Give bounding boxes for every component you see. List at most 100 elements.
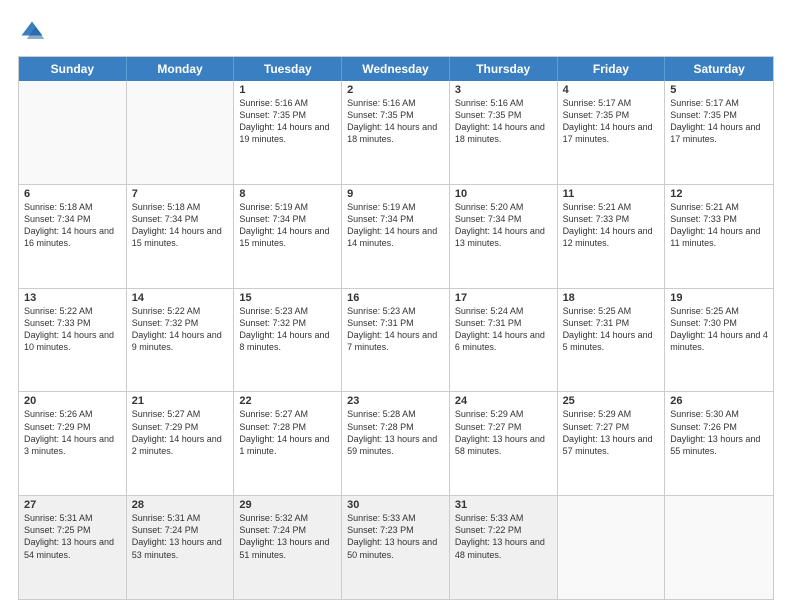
day-number: 17 [455, 292, 552, 304]
day-info: Sunrise: 5:28 AM Sunset: 7:28 PM Dayligh… [347, 408, 444, 457]
header-day-monday: Monday [127, 57, 235, 81]
day-number: 8 [239, 188, 336, 200]
day-cell-26: 26Sunrise: 5:30 AM Sunset: 7:26 PM Dayli… [665, 392, 773, 495]
day-info: Sunrise: 5:33 AM Sunset: 7:23 PM Dayligh… [347, 512, 444, 561]
header-day-thursday: Thursday [450, 57, 558, 81]
empty-cell [127, 81, 235, 184]
day-cell-3: 3Sunrise: 5:16 AM Sunset: 7:35 PM Daylig… [450, 81, 558, 184]
day-cell-24: 24Sunrise: 5:29 AM Sunset: 7:27 PM Dayli… [450, 392, 558, 495]
day-info: Sunrise: 5:18 AM Sunset: 7:34 PM Dayligh… [132, 201, 229, 250]
day-number: 13 [24, 292, 121, 304]
day-number: 10 [455, 188, 552, 200]
day-cell-16: 16Sunrise: 5:23 AM Sunset: 7:31 PM Dayli… [342, 289, 450, 392]
day-cell-15: 15Sunrise: 5:23 AM Sunset: 7:32 PM Dayli… [234, 289, 342, 392]
day-info: Sunrise: 5:23 AM Sunset: 7:32 PM Dayligh… [239, 305, 336, 354]
day-number: 24 [455, 395, 552, 407]
day-number: 23 [347, 395, 444, 407]
header-day-tuesday: Tuesday [234, 57, 342, 81]
calendar-week-1: 1Sunrise: 5:16 AM Sunset: 7:35 PM Daylig… [19, 81, 773, 185]
day-cell-7: 7Sunrise: 5:18 AM Sunset: 7:34 PM Daylig… [127, 185, 235, 288]
day-number: 25 [563, 395, 660, 407]
day-number: 26 [670, 395, 768, 407]
day-cell-30: 30Sunrise: 5:33 AM Sunset: 7:23 PM Dayli… [342, 496, 450, 599]
day-number: 21 [132, 395, 229, 407]
day-info: Sunrise: 5:27 AM Sunset: 7:29 PM Dayligh… [132, 408, 229, 457]
day-number: 18 [563, 292, 660, 304]
day-info: Sunrise: 5:29 AM Sunset: 7:27 PM Dayligh… [563, 408, 660, 457]
day-number: 27 [24, 499, 121, 511]
day-cell-23: 23Sunrise: 5:28 AM Sunset: 7:28 PM Dayli… [342, 392, 450, 495]
day-cell-1: 1Sunrise: 5:16 AM Sunset: 7:35 PM Daylig… [234, 81, 342, 184]
day-number: 22 [239, 395, 336, 407]
day-number: 1 [239, 84, 336, 96]
day-cell-11: 11Sunrise: 5:21 AM Sunset: 7:33 PM Dayli… [558, 185, 666, 288]
day-info: Sunrise: 5:25 AM Sunset: 7:30 PM Dayligh… [670, 305, 768, 354]
day-cell-22: 22Sunrise: 5:27 AM Sunset: 7:28 PM Dayli… [234, 392, 342, 495]
logo-icon [18, 18, 46, 46]
day-number: 14 [132, 292, 229, 304]
calendar-week-2: 6Sunrise: 5:18 AM Sunset: 7:34 PM Daylig… [19, 185, 773, 289]
day-info: Sunrise: 5:17 AM Sunset: 7:35 PM Dayligh… [563, 97, 660, 146]
day-cell-5: 5Sunrise: 5:17 AM Sunset: 7:35 PM Daylig… [665, 81, 773, 184]
empty-cell [19, 81, 127, 184]
day-info: Sunrise: 5:31 AM Sunset: 7:24 PM Dayligh… [132, 512, 229, 561]
day-info: Sunrise: 5:22 AM Sunset: 7:32 PM Dayligh… [132, 305, 229, 354]
day-cell-8: 8Sunrise: 5:19 AM Sunset: 7:34 PM Daylig… [234, 185, 342, 288]
day-info: Sunrise: 5:30 AM Sunset: 7:26 PM Dayligh… [670, 408, 768, 457]
day-cell-28: 28Sunrise: 5:31 AM Sunset: 7:24 PM Dayli… [127, 496, 235, 599]
day-info: Sunrise: 5:32 AM Sunset: 7:24 PM Dayligh… [239, 512, 336, 561]
calendar-week-5: 27Sunrise: 5:31 AM Sunset: 7:25 PM Dayli… [19, 496, 773, 599]
calendar-week-4: 20Sunrise: 5:26 AM Sunset: 7:29 PM Dayli… [19, 392, 773, 496]
header-day-friday: Friday [558, 57, 666, 81]
day-cell-12: 12Sunrise: 5:21 AM Sunset: 7:33 PM Dayli… [665, 185, 773, 288]
header-day-saturday: Saturday [665, 57, 773, 81]
calendar-body: 1Sunrise: 5:16 AM Sunset: 7:35 PM Daylig… [19, 81, 773, 599]
day-info: Sunrise: 5:21 AM Sunset: 7:33 PM Dayligh… [670, 201, 768, 250]
day-info: Sunrise: 5:16 AM Sunset: 7:35 PM Dayligh… [347, 97, 444, 146]
day-info: Sunrise: 5:27 AM Sunset: 7:28 PM Dayligh… [239, 408, 336, 457]
day-cell-19: 19Sunrise: 5:25 AM Sunset: 7:30 PM Dayli… [665, 289, 773, 392]
day-info: Sunrise: 5:31 AM Sunset: 7:25 PM Dayligh… [24, 512, 121, 561]
day-number: 6 [24, 188, 121, 200]
empty-cell [558, 496, 666, 599]
day-cell-25: 25Sunrise: 5:29 AM Sunset: 7:27 PM Dayli… [558, 392, 666, 495]
day-cell-9: 9Sunrise: 5:19 AM Sunset: 7:34 PM Daylig… [342, 185, 450, 288]
calendar-header: SundayMondayTuesdayWednesdayThursdayFrid… [19, 57, 773, 81]
calendar: SundayMondayTuesdayWednesdayThursdayFrid… [18, 56, 774, 600]
day-number: 7 [132, 188, 229, 200]
day-cell-6: 6Sunrise: 5:18 AM Sunset: 7:34 PM Daylig… [19, 185, 127, 288]
day-number: 30 [347, 499, 444, 511]
day-number: 11 [563, 188, 660, 200]
day-number: 15 [239, 292, 336, 304]
day-info: Sunrise: 5:29 AM Sunset: 7:27 PM Dayligh… [455, 408, 552, 457]
header-day-sunday: Sunday [19, 57, 127, 81]
day-cell-4: 4Sunrise: 5:17 AM Sunset: 7:35 PM Daylig… [558, 81, 666, 184]
day-info: Sunrise: 5:20 AM Sunset: 7:34 PM Dayligh… [455, 201, 552, 250]
day-info: Sunrise: 5:25 AM Sunset: 7:31 PM Dayligh… [563, 305, 660, 354]
header [18, 18, 774, 46]
day-info: Sunrise: 5:16 AM Sunset: 7:35 PM Dayligh… [239, 97, 336, 146]
day-cell-31: 31Sunrise: 5:33 AM Sunset: 7:22 PM Dayli… [450, 496, 558, 599]
header-day-wednesday: Wednesday [342, 57, 450, 81]
day-cell-20: 20Sunrise: 5:26 AM Sunset: 7:29 PM Dayli… [19, 392, 127, 495]
day-number: 12 [670, 188, 768, 200]
day-cell-2: 2Sunrise: 5:16 AM Sunset: 7:35 PM Daylig… [342, 81, 450, 184]
day-info: Sunrise: 5:26 AM Sunset: 7:29 PM Dayligh… [24, 408, 121, 457]
day-info: Sunrise: 5:22 AM Sunset: 7:33 PM Dayligh… [24, 305, 121, 354]
day-info: Sunrise: 5:23 AM Sunset: 7:31 PM Dayligh… [347, 305, 444, 354]
day-info: Sunrise: 5:19 AM Sunset: 7:34 PM Dayligh… [239, 201, 336, 250]
day-cell-17: 17Sunrise: 5:24 AM Sunset: 7:31 PM Dayli… [450, 289, 558, 392]
day-cell-29: 29Sunrise: 5:32 AM Sunset: 7:24 PM Dayli… [234, 496, 342, 599]
day-number: 28 [132, 499, 229, 511]
day-number: 20 [24, 395, 121, 407]
day-number: 16 [347, 292, 444, 304]
day-cell-10: 10Sunrise: 5:20 AM Sunset: 7:34 PM Dayli… [450, 185, 558, 288]
day-number: 29 [239, 499, 336, 511]
day-info: Sunrise: 5:16 AM Sunset: 7:35 PM Dayligh… [455, 97, 552, 146]
empty-cell [665, 496, 773, 599]
logo [18, 18, 50, 46]
day-info: Sunrise: 5:33 AM Sunset: 7:22 PM Dayligh… [455, 512, 552, 561]
day-info: Sunrise: 5:18 AM Sunset: 7:34 PM Dayligh… [24, 201, 121, 250]
calendar-week-3: 13Sunrise: 5:22 AM Sunset: 7:33 PM Dayli… [19, 289, 773, 393]
day-cell-21: 21Sunrise: 5:27 AM Sunset: 7:29 PM Dayli… [127, 392, 235, 495]
